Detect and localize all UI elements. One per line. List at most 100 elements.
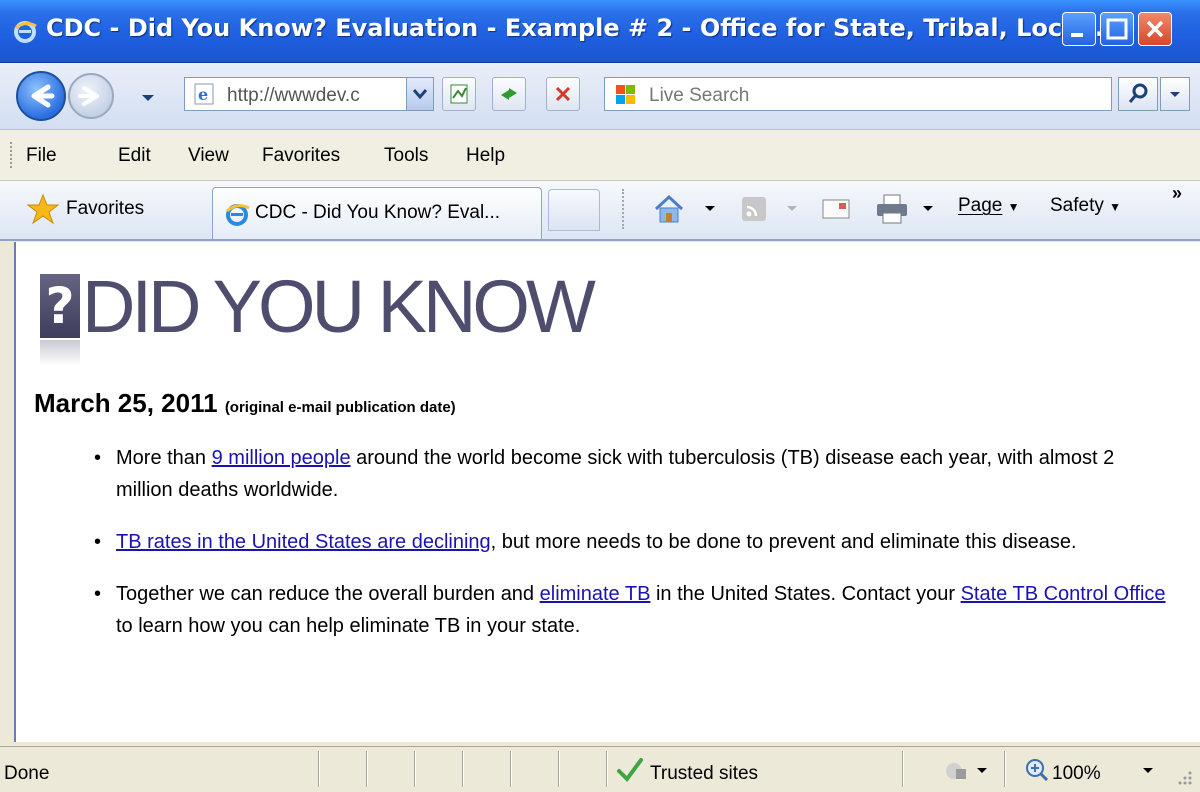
chevron-down-icon — [1170, 92, 1180, 97]
favorites-button[interactable]: Favorites — [20, 185, 170, 231]
address-dropdown-button[interactable] — [406, 78, 433, 110]
link-state-tb-control-office[interactable]: State TB Control Office — [961, 583, 1166, 605]
address-input[interactable]: http://wwwdev.c — [227, 85, 397, 107]
print-chevron-down-icon[interactable] — [922, 205, 934, 213]
address-toolbar: e http://wwwdev.c Live Search — [0, 63, 1200, 130]
bullet-text: in the United States. Contact your — [650, 583, 961, 605]
arrow-right-icon — [78, 86, 99, 106]
minimize-icon — [1071, 33, 1083, 37]
bullet-text: More than — [116, 447, 212, 469]
page-label: Page — [958, 195, 1003, 216]
zoom-level[interactable]: 100% — [1052, 763, 1101, 785]
ie-logo-icon — [225, 204, 250, 226]
star-icon — [26, 193, 60, 225]
checkmark-icon — [617, 758, 643, 783]
search-options-button[interactable] — [1160, 77, 1190, 111]
menu-bar: File Edit View Favorites Tools Help — [0, 130, 1200, 181]
refresh-icon — [501, 88, 517, 100]
status-divider — [462, 751, 464, 787]
menu-grip[interactable] — [10, 142, 16, 168]
link-tb-rates-declining[interactable]: TB rates in the United States are declin… — [116, 531, 491, 553]
menu-file[interactable]: File — [26, 145, 57, 167]
search-input[interactable]: Live Search — [649, 85, 749, 107]
stop-icon — [555, 86, 571, 102]
fact-list: More than 9 million people around the wo… — [94, 442, 1176, 662]
live-search-logo-icon — [616, 85, 635, 104]
stop-button[interactable] — [546, 77, 580, 111]
chevron-down-icon: ▼ — [1007, 200, 1020, 214]
ie-logo-icon — [14, 21, 37, 43]
status-divider — [366, 751, 368, 787]
home-chevron-down-icon[interactable] — [704, 205, 716, 213]
chevron-down-icon[interactable] — [976, 767, 988, 775]
svg-text:e: e — [198, 85, 208, 104]
status-divider — [414, 751, 416, 787]
page-menu-button[interactable]: Page ▼ — [958, 195, 1020, 217]
recent-pages-chevron-down-icon[interactable] — [140, 93, 156, 103]
more-chevron-icon[interactable]: » — [1172, 183, 1182, 204]
link-eliminate-tb[interactable]: eliminate TB — [540, 583, 651, 605]
toolbar-separator — [622, 189, 624, 229]
feeds-icon[interactable] — [740, 195, 768, 223]
date-note: (original e-mail publication date) — [224, 399, 456, 416]
feeds-chevron-down-icon — [787, 206, 797, 211]
close-button[interactable] — [1138, 12, 1172, 46]
chevron-down-icon: ▼ — [1109, 200, 1122, 214]
bullet-text: , but more needs to be done to prevent a… — [490, 531, 1077, 553]
back-button[interactable] — [16, 71, 66, 121]
protected-mode-icon[interactable] — [942, 759, 970, 783]
status-divider — [1004, 751, 1006, 787]
favorites-bar: Favorites CDC - Did You Know? Eval... Pa… — [0, 181, 1200, 241]
tab-label: CDC - Did You Know? Eval... — [255, 202, 501, 223]
page-icon: e — [194, 83, 214, 105]
new-tab-button[interactable] — [548, 189, 600, 231]
search-button[interactable] — [1118, 77, 1158, 111]
status-text: Done — [4, 763, 50, 784]
logo-text: DID YOU KNOW — [82, 265, 596, 348]
menu-view[interactable]: View — [188, 145, 229, 167]
title-bar[interactable]: CDC - Did You Know? Evaluation - Example… — [0, 0, 1200, 63]
tab-cdc-did-you-know[interactable]: CDC - Did You Know? Eval... — [212, 187, 542, 239]
list-item: TB rates in the United States are declin… — [94, 526, 1176, 558]
status-divider — [902, 751, 904, 787]
date-text: March 25, 2011 — [34, 388, 218, 418]
security-zone[interactable]: Trusted sites — [650, 763, 758, 785]
list-item: Together we can reduce the overall burde… — [94, 578, 1176, 642]
zoom-icon[interactable] — [1024, 757, 1050, 783]
refresh-button[interactable] — [492, 77, 526, 111]
close-icon — [1146, 20, 1164, 38]
compatibility-view-button[interactable] — [442, 77, 476, 111]
resize-grip-icon[interactable] — [1176, 769, 1194, 787]
menu-help[interactable]: Help — [466, 145, 505, 167]
status-bar: Done Trusted sites 100% — [0, 746, 1200, 792]
search-box[interactable]: Live Search — [604, 77, 1112, 111]
maximize-button[interactable] — [1100, 12, 1134, 46]
print-icon[interactable] — [874, 193, 910, 225]
publication-date: March 25, 2011 (original e-mail publicat… — [34, 388, 456, 419]
menu-favorites[interactable]: Favorites — [262, 145, 340, 167]
link-9-million-people[interactable]: 9 million people — [212, 447, 351, 469]
address-bar[interactable]: e http://wwwdev.c — [184, 77, 434, 111]
status-divider — [558, 751, 560, 787]
arrow-left-icon — [31, 84, 55, 108]
status-divider — [510, 751, 512, 787]
zoom-chevron-down-icon[interactable] — [1142, 767, 1154, 775]
menu-edit[interactable]: Edit — [118, 145, 151, 167]
mail-icon[interactable] — [820, 195, 852, 223]
favorites-label: Favorites — [66, 198, 145, 219]
maximize-icon — [1106, 18, 1128, 40]
status-divider — [606, 751, 608, 787]
bullet-text: Together we can reduce the overall burde… — [116, 583, 540, 605]
safety-label: Safety — [1050, 195, 1104, 216]
home-icon[interactable] — [652, 193, 686, 225]
did-you-know-logo: ? DID YOU KNOW — [40, 264, 596, 374]
list-item: More than 9 million people around the wo… — [94, 442, 1176, 506]
forward-button[interactable] — [68, 73, 114, 119]
minimize-button[interactable] — [1062, 12, 1096, 46]
page-content: ? DID YOU KNOW March 25, 2011 (original … — [14, 242, 1200, 742]
safety-menu-button[interactable]: Safety ▼ — [1050, 195, 1121, 217]
chevron-down-icon — [412, 89, 428, 100]
status-divider — [318, 751, 320, 787]
search-icon — [1128, 83, 1148, 103]
menu-tools[interactable]: Tools — [384, 145, 428, 167]
